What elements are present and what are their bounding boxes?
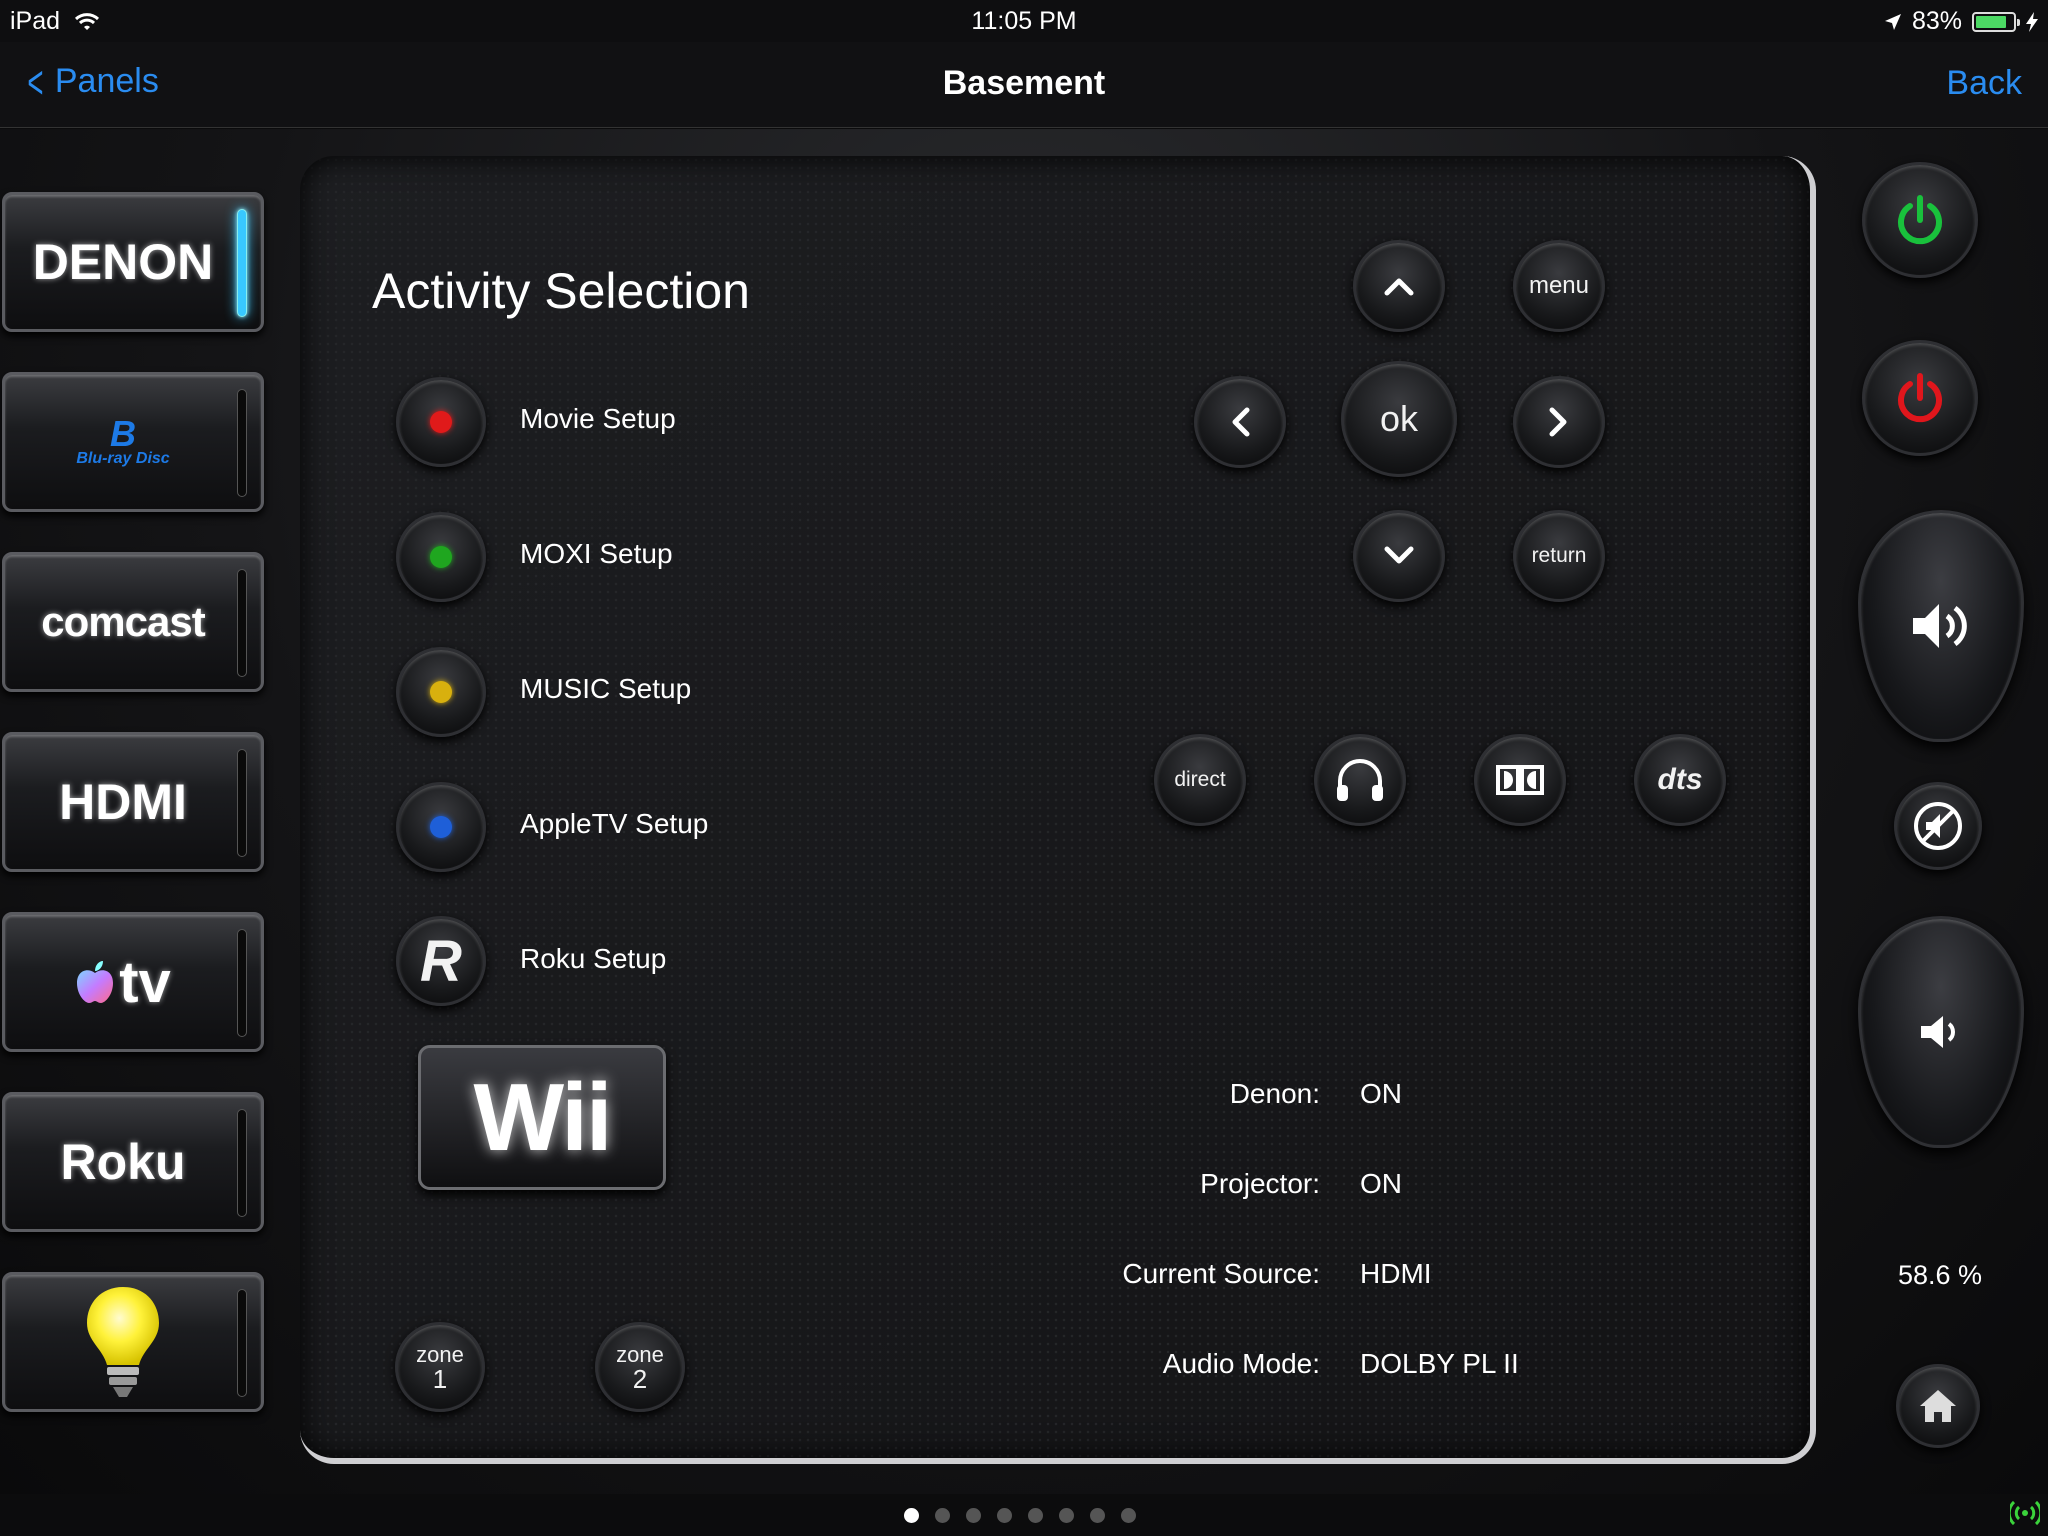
red-dot-icon (430, 411, 452, 433)
source-appletv-button[interactable]: tv (2, 912, 264, 1052)
return-button[interactable]: return (1513, 510, 1605, 602)
status-key-denon: Denon: (1229, 1078, 1320, 1109)
nav-bar: < Panels Basement Back (0, 42, 2048, 128)
source-label: HDMI (59, 774, 187, 830)
chevron-up-icon (1384, 278, 1414, 296)
page-dot[interactable] (1090, 1508, 1105, 1523)
source-label: Blu-ray Disc (76, 450, 170, 467)
roku-r-icon: R (420, 928, 462, 994)
blue-dot-icon (430, 816, 452, 838)
dolby-mode-button[interactable] (1474, 734, 1566, 826)
status-bar: iPad 11:05 PM 83% (0, 0, 2048, 42)
activity-title: Activity Selection (372, 263, 750, 319)
page-dot[interactable] (1059, 1508, 1074, 1523)
zone-2-button[interactable]: zone 2 (595, 1322, 685, 1412)
source-label: tv (119, 949, 171, 1015)
back-button[interactable]: Back (1946, 64, 2022, 103)
chevron-right-icon (1549, 407, 1567, 437)
left-button[interactable] (1194, 376, 1286, 468)
location-arrow-icon (1884, 13, 1901, 30)
zone-number: 2 (632, 1364, 648, 1394)
power-off-button[interactable] (1862, 340, 1978, 456)
status-key-source: Current Source: (1122, 1258, 1320, 1289)
music-setup-button[interactable] (396, 647, 486, 737)
source-label: DENON (32, 234, 214, 290)
status-value-source: HDMI (1360, 1258, 1432, 1289)
source-denon-button[interactable]: DENON (2, 192, 264, 332)
lights-button[interactable] (2, 1272, 264, 1412)
activity-label: MUSIC Setup (520, 673, 692, 704)
status-key-audio-mode: Audio Mode: (1162, 1348, 1320, 1379)
activity-label: Roku Setup (520, 943, 667, 974)
dts-mode-button[interactable]: dts (1634, 734, 1726, 826)
power-on-button[interactable] (1862, 162, 1978, 278)
direct-mode-button[interactable]: direct (1154, 734, 1246, 826)
roku-setup-button[interactable]: R (396, 916, 486, 1006)
yellow-dot-icon (430, 681, 452, 703)
apple-logo-icon (77, 961, 114, 1003)
appletv-setup-button[interactable] (396, 782, 486, 872)
page-title: Basement (942, 64, 1106, 102)
moxi-setup-button[interactable] (396, 512, 486, 602)
status-key-projector: Projector: (1200, 1168, 1320, 1199)
wii-label: Wii (473, 1063, 612, 1171)
bluray-logo-icon: B (110, 416, 136, 450)
zone-1-button[interactable]: zone 1 (395, 1322, 485, 1412)
source-roku-button[interactable]: Roku (2, 1092, 264, 1232)
down-button[interactable] (1353, 510, 1445, 602)
page-dot[interactable] (997, 1508, 1012, 1523)
source-label: comcast (41, 598, 205, 645)
status-value-audio-mode: DOLBY PL II (1360, 1348, 1519, 1379)
power-icon (1898, 195, 1942, 245)
page-dot[interactable] (935, 1508, 950, 1523)
volume-down-icon (1921, 1016, 1955, 1048)
wii-button[interactable]: Wii (418, 1045, 666, 1190)
page-dots[interactable] (904, 1508, 1136, 1523)
page-dot[interactable] (966, 1508, 981, 1523)
home-button[interactable] (1896, 1364, 1980, 1448)
volume-level-readout: 58.6 % (1897, 1260, 1983, 1290)
battery-percent: 83% (1911, 7, 1962, 35)
headphone-mode-button[interactable] (1314, 734, 1406, 826)
activity-label: MOXI Setup (520, 538, 673, 569)
status-value-denon: ON (1360, 1078, 1402, 1109)
page-dot[interactable] (1121, 1508, 1136, 1523)
headphones-icon (1337, 759, 1383, 801)
activity-label: AppleTV Setup (520, 808, 709, 839)
status-time: 11:05 PM (971, 7, 1077, 35)
charging-bolt-icon (2026, 11, 2038, 32)
green-dot-icon (430, 546, 452, 568)
up-button[interactable] (1353, 240, 1445, 332)
source-hdmi-button[interactable]: HDMI (2, 732, 264, 872)
battery-icon (1972, 11, 2020, 32)
mute-button[interactable] (1894, 782, 1982, 870)
right-button[interactable] (1513, 376, 1605, 468)
chevron-left-icon (1232, 407, 1250, 437)
page-dot[interactable] (1028, 1508, 1043, 1523)
source-bluray-button[interactable]: B Blu-ray Disc (2, 372, 264, 512)
movie-setup-button[interactable] (396, 377, 486, 467)
home-icon (1920, 1390, 1956, 1422)
menu-button[interactable]: menu (1513, 240, 1605, 332)
source-comcast-button[interactable]: comcast (2, 552, 264, 692)
chevron-down-icon (1384, 546, 1414, 564)
page-dot[interactable] (904, 1508, 919, 1523)
activity-label: Movie Setup (520, 403, 676, 434)
connection-signal-icon (2007, 1498, 2043, 1535)
mute-icon (1914, 802, 1962, 850)
source-label: Roku (60, 1134, 186, 1190)
power-icon (1898, 373, 1942, 423)
status-value-projector: ON (1360, 1168, 1402, 1199)
volume-up-icon (1913, 604, 1967, 648)
zone-number: 1 (432, 1364, 448, 1394)
lightbulb-icon (87, 1287, 159, 1397)
dolby-icon (1496, 765, 1544, 795)
active-indicator (237, 209, 247, 317)
page-indicator-bar (0, 1494, 2048, 1536)
svg-text:B: B (110, 416, 136, 450)
ok-button[interactable]: ok (1341, 361, 1457, 477)
